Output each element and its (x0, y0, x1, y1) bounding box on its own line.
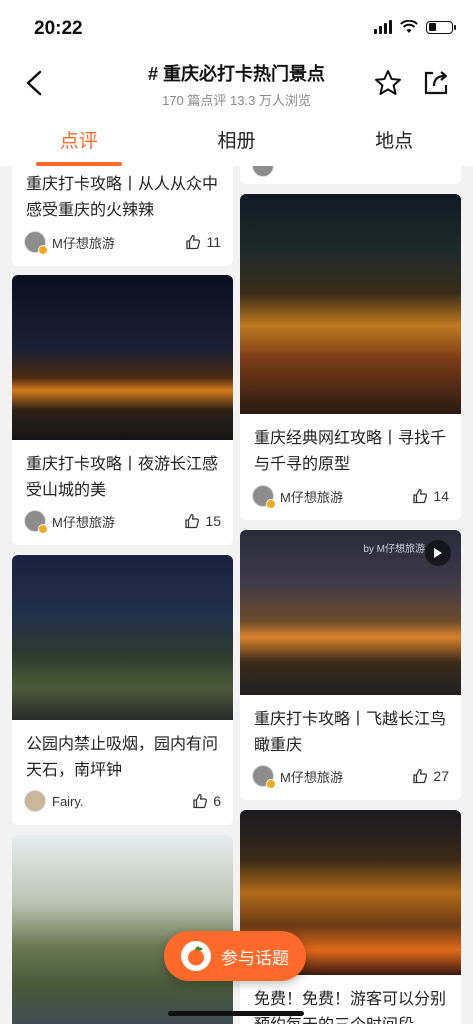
join-topic-label: 参与话题 (221, 948, 289, 968)
author-name: M仔想旅游 (280, 489, 343, 505)
avatar (24, 510, 48, 534)
thumbs-up-icon (413, 488, 428, 504)
avatar (252, 166, 274, 177)
like-button[interactable]: 6 (192, 793, 221, 809)
status-time: 20:22 (34, 18, 83, 39)
like-count: 27 (433, 768, 449, 784)
signal-icon (374, 20, 392, 34)
like-button[interactable]: 11 (185, 234, 221, 250)
like-count: 11 (206, 234, 221, 250)
author-name: Fairy. (52, 793, 84, 809)
card-title: 重庆打卡攻略丨从人从众中感受重庆的火辣辣 (26, 176, 219, 219)
card-image (12, 555, 233, 720)
author-name: M仔想旅游 (52, 514, 115, 530)
card-meta: M仔想旅游 27 (252, 764, 449, 789)
join-topic-button[interactable]: 参与话题 (164, 931, 306, 981)
image-watermark: by M仔想旅游 (363, 544, 425, 555)
avatar (252, 485, 276, 509)
home-indicator[interactable] (168, 1011, 304, 1016)
author-name: M仔想旅游 (280, 769, 343, 785)
card-image: by M仔想旅游 (240, 530, 461, 695)
card-image (240, 194, 461, 414)
card-title: 免费！免费！游客可以分别预约每天的三个时间段 (254, 991, 447, 1024)
review-card[interactable]: 重庆打卡攻略丨从人从众中感受重庆的火辣辣 M仔想旅游 11 (12, 166, 233, 266)
like-button[interactable]: 27 (412, 768, 449, 784)
tab-bar: 点评 相册 地点 (0, 114, 473, 166)
tab-album[interactable]: 相册 (158, 114, 316, 166)
star-icon[interactable] (373, 68, 403, 98)
card-meta (252, 166, 449, 178)
orange-fruit-icon (181, 941, 211, 971)
avatar (252, 765, 276, 789)
nav-bar: # 重庆必打卡热门景点 170 篇点评 13.3 万人浏览 (0, 54, 473, 114)
card-title: 重庆打卡攻略丨飞越长江鸟瞰重庆 (254, 711, 447, 754)
thumbs-up-icon (193, 793, 208, 809)
status-icons (374, 20, 456, 34)
like-count: 14 (433, 488, 449, 504)
avatar (24, 231, 48, 255)
review-card[interactable] (12, 835, 233, 1024)
review-card[interactable]: 公园内禁止吸烟，园内有问天石，南坪钟 Fairy. 6 (12, 555, 233, 825)
tab-places[interactable]: 地点 (315, 114, 473, 166)
thumbs-up-icon (413, 768, 428, 784)
like-count: 15 (205, 513, 221, 529)
tab-reviews[interactable]: 点评 (0, 114, 158, 166)
thumbs-up-icon (186, 234, 201, 250)
review-card[interactable]: by M仔想旅游 重庆打卡攻略丨飞越长江鸟瞰重庆 M仔想旅游 27 (240, 530, 461, 800)
avatar (24, 790, 46, 812)
share-icon[interactable] (421, 68, 451, 98)
card-meta: Fairy. 6 (24, 789, 221, 813)
card-title: 公园内禁止吸烟，园内有问天石，南坪钟 (26, 736, 219, 779)
battery-icon (426, 20, 456, 34)
card-title: 重庆经典网红攻略丨寻找千与千寻的原型 (254, 430, 447, 473)
like-button[interactable]: 14 (412, 488, 449, 504)
like-button[interactable]: 15 (184, 513, 221, 529)
play-icon[interactable] (425, 540, 451, 566)
card-meta: M仔想旅游 14 (252, 484, 449, 509)
status-bar: 20:22 (0, 0, 473, 54)
wifi-icon (400, 20, 418, 33)
card-image (12, 835, 233, 1024)
review-card[interactable] (240, 166, 461, 184)
thumbs-up-icon (185, 513, 200, 529)
like-count: 6 (213, 793, 221, 809)
review-card[interactable]: 重庆经典网红攻略丨寻找千与千寻的原型 M仔想旅游 14 (240, 194, 461, 520)
review-card[interactable]: 重庆打卡攻略丨夜游长江感受山城的美 M仔想旅游 15 (12, 275, 233, 545)
card-title: 重庆打卡攻略丨夜游长江感受山城的美 (26, 456, 219, 499)
card-meta: M仔想旅游 11 (24, 230, 221, 255)
review-card[interactable]: 免费！免费！游客可以分别预约每天的三个时间段 (240, 810, 461, 1024)
author-name: M仔想旅游 (52, 235, 115, 251)
card-meta: M仔想旅游 15 (24, 509, 221, 534)
card-image (12, 275, 233, 440)
review-feed[interactable]: 重庆打卡攻略丨从人从众中感受重庆的火辣辣 M仔想旅游 11 重庆打卡攻略丨夜游长… (0, 166, 473, 1024)
